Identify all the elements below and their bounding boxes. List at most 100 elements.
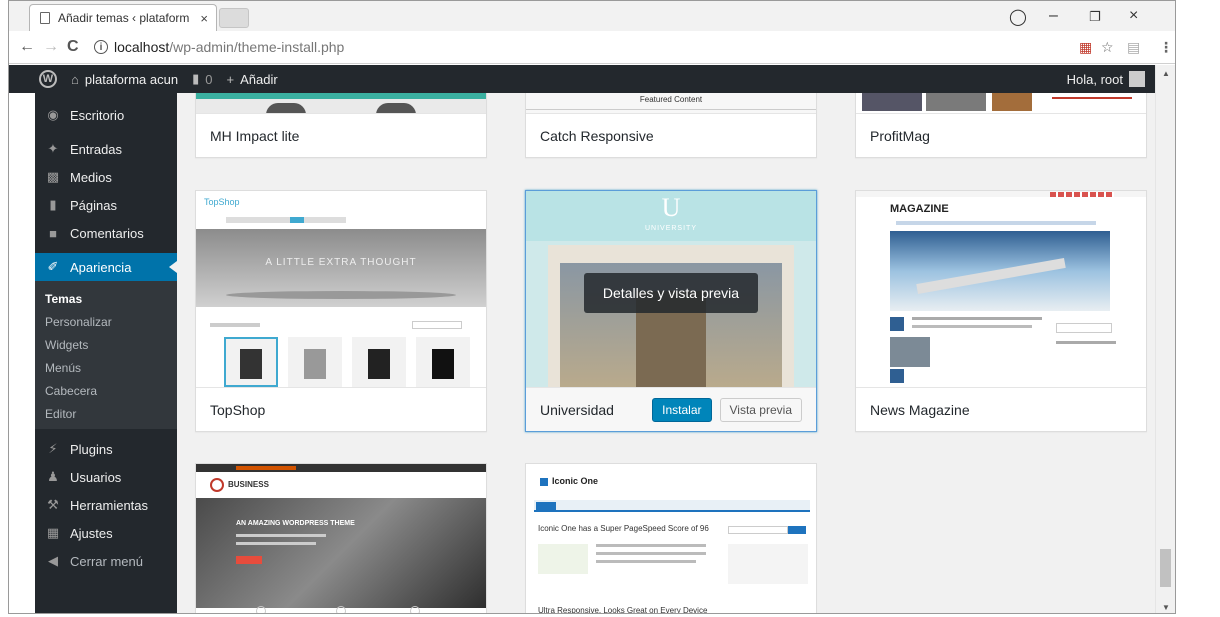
sidebar-item-label: Entradas [70,141,123,157]
minimize-button[interactable]: – [1049,7,1058,25]
install-button[interactable]: Instalar [652,397,712,422]
sidebar-item-comentarios[interactable]: ■ Comentarios [35,219,177,247]
restore-button[interactable]: ❐ [1089,9,1101,25]
theme-screenshot: BUSINESS AN AMAZING WORDPRESS THEME [196,464,486,613]
scroll-up-arrow-icon[interactable]: ▲ [1162,69,1170,78]
page-scrollbar[interactable]: ▲ ▼ [1155,65,1175,613]
appearance-submenu: Temas Personalizar Widgets Menús Cabecer… [35,281,177,429]
sidebar-item-usuarios[interactable]: ♟ Usuarios [35,463,177,491]
close-window-button[interactable]: × [1129,7,1138,25]
media-icon: ▩ [46,169,60,184]
add-new-link[interactable]: + Añadir [226,72,277,87]
extension-icon[interactable]: ▦ [1079,39,1092,56]
submenu-item-menus[interactable]: Menús [35,356,177,379]
sidebar-item-label: Plugins [70,441,113,457]
scroll-down-arrow-icon[interactable]: ▼ [1162,603,1170,612]
details-preview-button[interactable]: Detalles y vista previa [584,273,758,313]
theme-screenshot-caption: Iconic One [552,476,599,486]
page-icon [40,12,50,24]
sidebar-item-medios[interactable]: ▩ Medios [35,163,177,191]
browser-tab[interactable]: Añadir temas ‹ plataform × [29,4,217,31]
scroll-thumb[interactable] [1160,549,1171,587]
star-icon[interactable]: ☆ [1101,39,1114,56]
submenu-item-editor[interactable]: Editor [35,402,177,425]
theme-name: News Magazine [856,387,1146,431]
site-name-link[interactable]: ⌂ plataforma acun [71,72,178,87]
back-icon[interactable]: ← [19,38,35,56]
sidebar-item-plugins[interactable]: ⚡ Plugins [35,435,177,463]
theme-name: Catch Responsive [526,113,816,157]
address-bar[interactable]: i localhost /wp-admin/theme-install.php [94,36,1094,58]
sidebar-item-label: Escritorio [70,107,125,123]
url-path: /wp-admin/theme-install.php [169,39,345,55]
comments-link[interactable]: ▮ 0 [192,71,212,87]
comments-icon: ■ [49,225,57,241]
users-icon: ♟ [47,469,59,484]
forward-icon[interactable]: → [43,38,59,56]
appearance-brush-icon: ✐ [47,259,59,274]
theme-screenshot: TopShop A LITTLE EXTRA THOUGHT [196,191,486,387]
submenu-item-temas[interactable]: Temas [35,287,177,310]
theme-screenshot-caption: A LITTLE EXTRA THOUGHT [265,257,417,268]
dashboard-icon: ◉ [47,107,59,122]
sidebar-item-apariencia[interactable]: ✐ Apariencia [35,253,177,281]
theme-screenshot-caption: BUSINESS [228,480,269,489]
theme-card[interactable]: Featured Content Catch Responsive [525,93,817,158]
sidebar-item-ajustes[interactable]: ▦ Ajustes [35,519,177,547]
pages-icon: ▮ [49,197,57,212]
theme-screenshot-caption: Featured Content [639,95,703,104]
extension-icon-2[interactable]: ▤ [1127,39,1140,56]
preview-button[interactable]: Vista previa [719,397,802,422]
url-host: localhost [114,39,170,55]
collapse-arrow-icon: ◀ [48,553,58,568]
account-menu[interactable]: Hola, root [1067,71,1145,87]
reload-icon[interactable]: C [67,38,79,56]
site-name: plataforma acun [84,71,179,87]
theme-card[interactable]: Iconic One Iconic One has a Super PageSp… [525,463,817,613]
greeting-text: Hola, root [1066,71,1123,87]
sidebar-item-label: Medios [70,169,112,185]
wordpress-logo-icon[interactable]: W [39,70,57,88]
sidebar-item-herramientas[interactable]: ⚒ Herramientas [35,491,177,519]
theme-screenshot [196,93,486,113]
theme-name: ProfitMag [856,113,1146,157]
sidebar-item-escritorio[interactable]: ◉ Escritorio [35,101,177,129]
theme-card-focused[interactable]: U UNIVERSITY Detalles y vista previa Uni… [525,190,817,432]
sidebar-item-entradas[interactable]: ✦ Entradas [35,135,177,163]
themes-grid: MH Impact lite Featured Content Catch Re… [177,93,1155,613]
theme-screenshot: U UNIVERSITY Detalles y vista previa [526,191,816,387]
sidebar-item-label: Ajustes [70,525,113,541]
submenu-item-widgets[interactable]: Widgets [35,333,177,356]
wp-admin-bar: W ⌂ plataforma acun ▮ 0 + Añadir Hola, r… [9,65,1155,93]
menu-icon[interactable]: ⋮ [1159,39,1173,56]
theme-name: TopShop [196,387,486,431]
sidebar-item-label: Herramientas [70,497,149,513]
theme-screenshot: MAGAZINE [856,191,1146,387]
theme-screenshot: Iconic One Iconic One has a Super PageSp… [526,464,816,613]
plug-icon: ⚡ [48,441,58,456]
info-icon[interactable]: i [94,40,108,54]
submenu-item-cabecera[interactable]: Cabecera [35,379,177,402]
theme-card[interactable]: BUSINESS AN AMAZING WORDPRESS THEME [195,463,487,613]
wrench-icon: ⚒ [47,497,59,512]
theme-name: MH Impact lite [196,113,486,157]
theme-card[interactable]: ProfitMag [855,93,1147,158]
profile-icon[interactable]: ◯ [1009,7,1027,27]
close-tab-icon[interactable]: × [200,11,208,26]
collapse-menu-button[interactable]: ◀ Cerrar menú [35,547,177,575]
plus-icon: + [226,71,235,87]
new-tab-button[interactable] [219,8,249,28]
submenu-item-personalizar[interactable]: Personalizar [35,310,177,333]
theme-card[interactable]: TopShop A LITTLE EXTRA THOUGHT TopShop [195,190,487,432]
home-icon: ⌂ [71,71,79,87]
sidebar-item-label: Páginas [70,197,117,213]
sidebar-item-label: Usuarios [70,469,122,485]
sidebar-item-paginas[interactable]: ▮ Páginas [35,191,177,219]
theme-card[interactable]: MH Impact lite [195,93,487,158]
theme-screenshot-caption: MAGAZINE [890,203,949,215]
theme-card[interactable]: MAGAZINE News Magazine [855,190,1147,432]
theme-screenshot-subcaption: Iconic One has a Super PageSpeed Score o… [538,524,709,533]
theme-screenshot: Featured Content [526,93,816,113]
admin-sidebar: ◉ Escritorio ✦ Entradas ▩ Medios ▮ Páginas ■… [35,93,177,613]
theme-screenshot-subcaption: AN AMAZING WORDPRESS THEME [236,520,355,527]
